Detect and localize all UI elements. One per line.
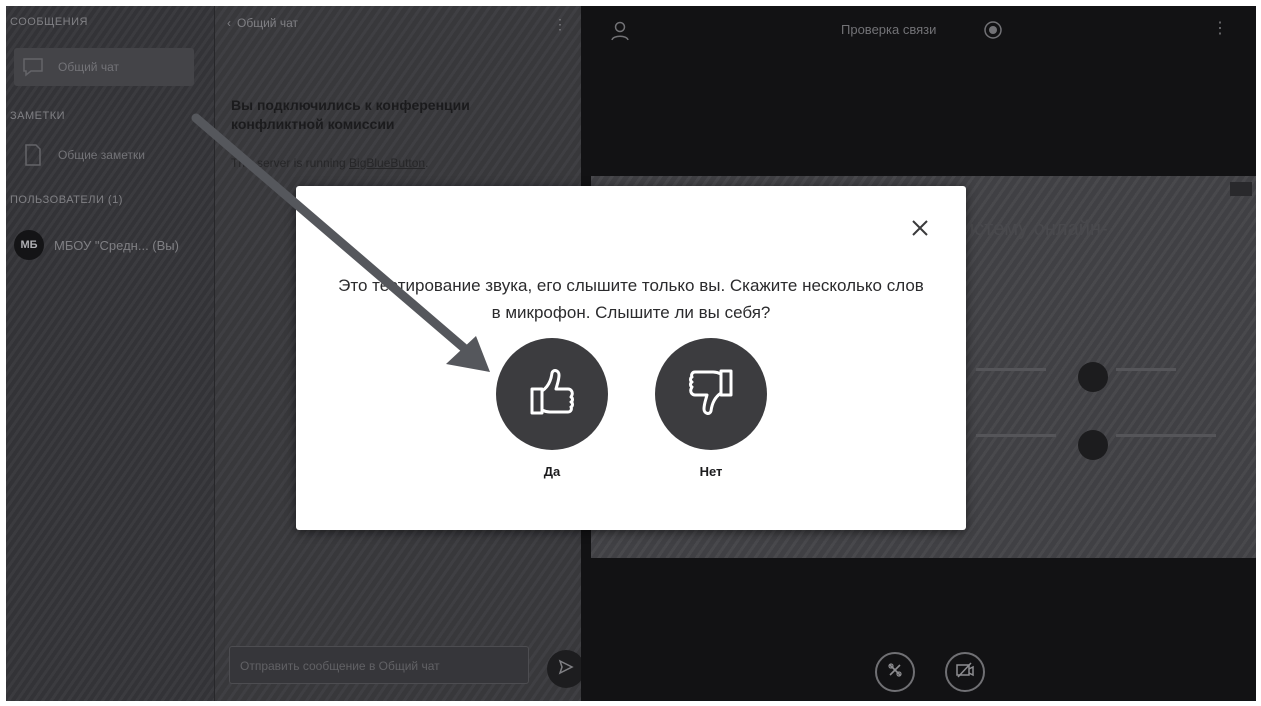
no-button[interactable]: Нет: [655, 338, 767, 479]
yes-label: Да: [543, 464, 561, 479]
thumbs-up-icon: [526, 365, 578, 424]
yes-button[interactable]: Да: [496, 338, 608, 479]
yes-circle[interactable]: [496, 338, 608, 450]
close-button[interactable]: [906, 216, 934, 244]
echo-test-prompt: Это тестирование звука, его слышите толь…: [338, 276, 924, 322]
echo-test-modal: Это тестирование звука, его слышите толь…: [296, 186, 966, 530]
no-label: Нет: [699, 464, 723, 479]
no-circle[interactable]: [655, 338, 767, 450]
conference-app: СООБЩЕНИЯ Общий чат ЗАМЕТКИ Общие заметк…: [6, 6, 1256, 701]
thumbs-down-icon: [685, 365, 737, 424]
close-icon: [911, 219, 929, 242]
